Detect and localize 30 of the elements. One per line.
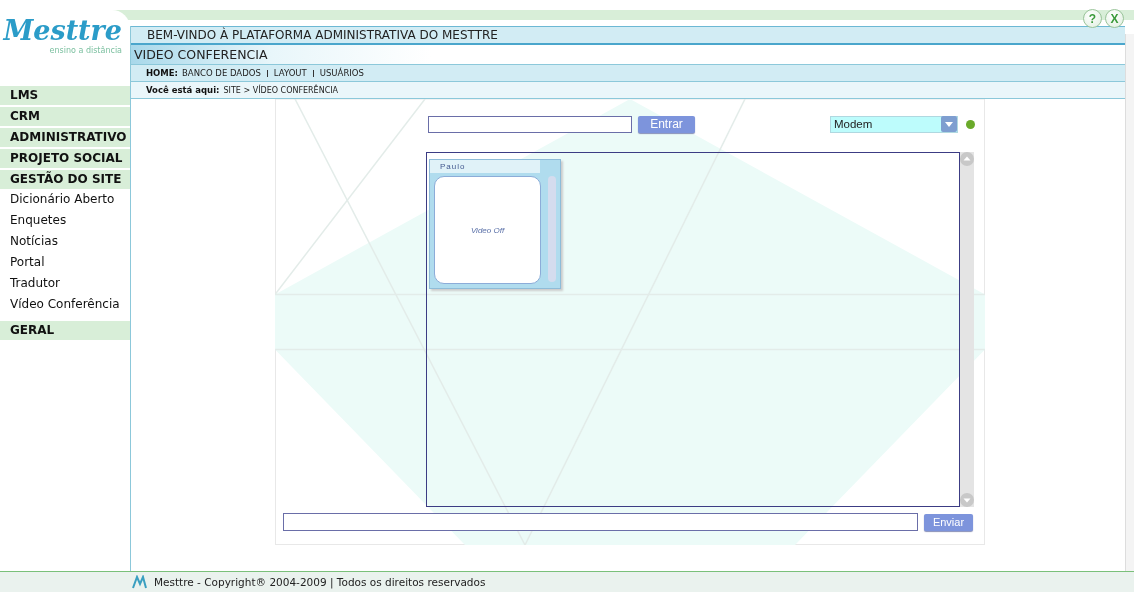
menu-category[interactable]: PROJETO SOCIAL <box>0 147 130 168</box>
menu-link[interactable]: Notícias <box>0 231 130 252</box>
section-title: VIDEO CONFERENCIA <box>134 47 268 62</box>
breadcrumb-label: Você está aqui: <box>146 85 220 95</box>
scroll-up-icon[interactable] <box>960 152 974 166</box>
menu-link[interactable]: Vídeo Conferência <box>0 294 130 315</box>
m-logo-icon <box>132 575 148 589</box>
welcome-title: BEM-VINDO À PLATAFORMA ADMINISTRATIVA DO MESTTRE <box>147 28 498 42</box>
menu-link[interactable]: Tradutor <box>0 273 130 294</box>
message-field[interactable] <box>283 513 918 531</box>
connection-dropdown[interactable]: Modem <box>830 115 958 133</box>
scroll-down-icon[interactable] <box>960 493 974 507</box>
nav-link[interactable]: LAYOUT <box>273 68 307 78</box>
menu-link[interactable]: Portal <box>0 252 130 273</box>
nav-link[interactable]: USUÁRIOS <box>319 68 364 78</box>
logo-wordmark: Mesttre <box>3 16 122 46</box>
menu-category[interactable]: LMS <box>0 84 130 105</box>
menu-category[interactable]: GESTÃO DO SITE <box>0 168 130 189</box>
menu-link[interactable]: Dicionário Aberto <box>0 189 130 210</box>
logo-tagline: ensino a distância <box>49 46 122 56</box>
name-field[interactable] <box>428 115 632 133</box>
menu-category[interactable]: ADMINISTRATIVO <box>0 126 130 147</box>
nav-home-link[interactable]: HOME: <box>146 68 178 78</box>
breadcrumb-path: SITE > VÍDEO CONFERÊNCIA <box>223 85 339 95</box>
menu-category[interactable]: GERAL <box>0 319 130 340</box>
nav-link[interactable]: BANCO DE DADOS <box>182 68 261 78</box>
menu-link[interactable]: Enquetes <box>0 210 130 231</box>
video-status: Video Off <box>470 225 505 235</box>
menu-category[interactable]: CRM <box>0 105 130 126</box>
copyright-text: Mesttre - Copyright® 2004-2009 | Todos os direitos reservados <box>154 576 486 588</box>
